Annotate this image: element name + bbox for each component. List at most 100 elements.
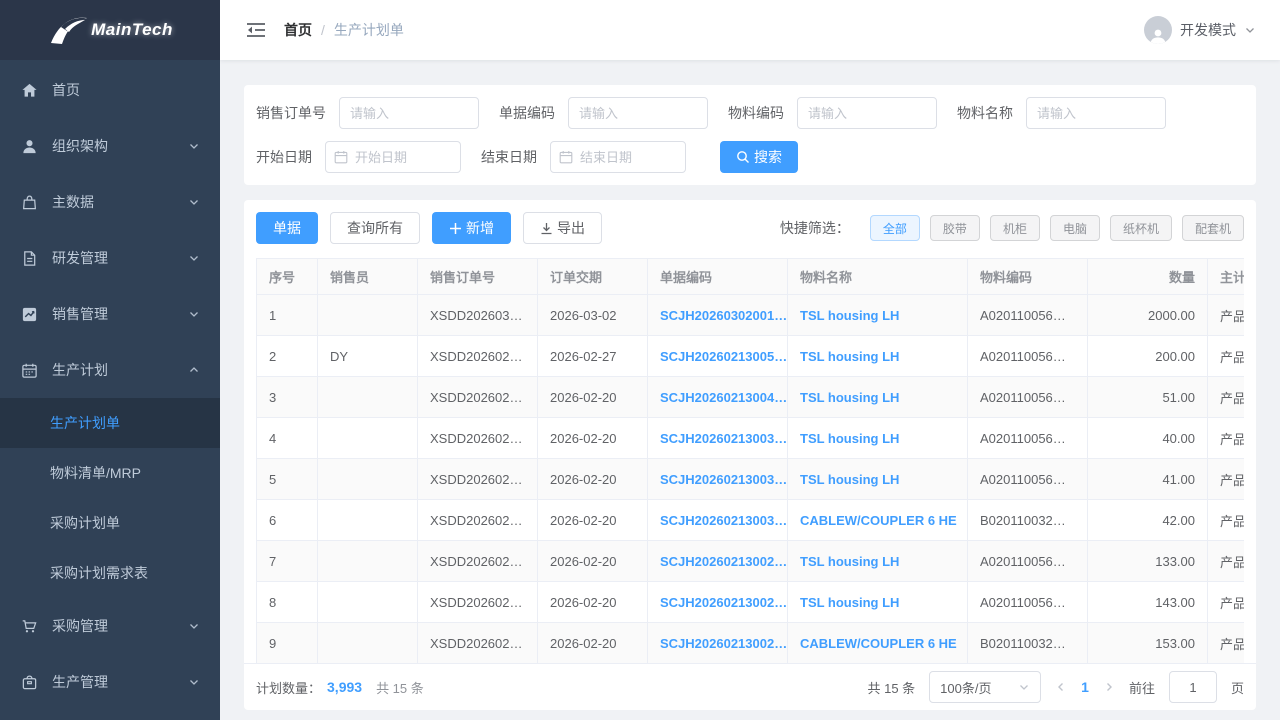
sales-order-input[interactable] xyxy=(339,97,479,129)
col-sales-order: 销售订单号 xyxy=(418,259,538,295)
breadcrumb-home[interactable]: 首页 xyxy=(284,20,312,40)
doc-code-link[interactable]: SCJH20260302001… xyxy=(648,295,788,336)
material-name-input[interactable] xyxy=(1026,97,1166,129)
sidebar-subitem-production-plan-doc[interactable]: 生产计划单 xyxy=(0,398,220,448)
doc-code-link[interactable]: SCJH20260213002… xyxy=(648,623,788,664)
end-date-label: 结束日期 xyxy=(481,147,537,167)
sidebar-item-home[interactable]: 首页 xyxy=(0,62,220,118)
sidebar-item-label: 首页 xyxy=(52,80,200,100)
doc-code-label: 单据编码 xyxy=(499,103,555,123)
table-row[interactable]: 8 XSDD202602… 2026-02-20 SCJH20260213002… xyxy=(257,582,1245,623)
cell-seq: 7 xyxy=(257,541,318,582)
query-all-label: 查询所有 xyxy=(347,218,403,238)
start-date-input[interactable] xyxy=(355,150,452,165)
query-all-button[interactable]: 查询所有 xyxy=(330,212,420,244)
add-button-label: 新增 xyxy=(466,218,494,238)
box-icon xyxy=(20,673,38,691)
table-row[interactable]: 3 XSDD202602… 2026-02-20 SCJH20260213004… xyxy=(257,377,1245,418)
next-page-button[interactable] xyxy=(1103,681,1115,693)
cell-seq: 4 xyxy=(257,418,318,459)
sidebar-item-sales[interactable]: 销售管理 xyxy=(0,286,220,342)
table-row[interactable]: 2 DY XSDD202602… 2026-02-27 SCJH20260213… xyxy=(257,336,1245,377)
doc-button[interactable]: 单据 xyxy=(256,212,318,244)
material-name-link[interactable]: TSL housing LH xyxy=(788,377,968,418)
cell-material-code: A020110056… xyxy=(968,377,1088,418)
table-row[interactable]: 7 XSDD202602… 2026-02-20 SCJH20260213002… xyxy=(257,541,1245,582)
cell-due-date: 2026-02-20 xyxy=(538,418,648,459)
sidebar-subitem-bom-mrp[interactable]: 物料清单/MRP xyxy=(0,448,220,498)
filter-panel: 销售订单号 单据编码 物料编码 物料名称 开始日期 xyxy=(244,85,1256,185)
cell-main-unit: 产品 xyxy=(1208,582,1245,623)
cell-main-unit: 产品 xyxy=(1208,459,1245,500)
user-menu[interactable]: 开发模式 xyxy=(1144,16,1256,44)
search-button[interactable]: 搜索 xyxy=(720,141,798,173)
table-row[interactable]: 4 XSDD202602… 2026-02-20 SCJH20260213003… xyxy=(257,418,1245,459)
cell-main-unit: 产品 xyxy=(1208,377,1245,418)
doc-code-link[interactable]: SCJH20260213003… xyxy=(648,500,788,541)
quick-filter-cabinet[interactable]: 机柜 xyxy=(990,215,1040,241)
material-name-link[interactable]: TSL housing LH xyxy=(788,295,968,336)
goto-page-input[interactable] xyxy=(1169,671,1217,703)
material-name-link[interactable]: TSL housing LH xyxy=(788,418,968,459)
quick-filter-tape[interactable]: 胶带 xyxy=(930,215,980,241)
table-row[interactable]: 5 XSDD202602… 2026-02-20 SCJH20260213003… xyxy=(257,459,1245,500)
doc-code-link[interactable]: SCJH20260213005… xyxy=(648,336,788,377)
cell-due-date: 2026-02-27 xyxy=(538,336,648,377)
material-name-link[interactable]: TSL housing LH xyxy=(788,459,968,500)
logo-swoosh-icon xyxy=(47,13,89,47)
sidebar-item-master-data[interactable]: 主数据 xyxy=(0,174,220,230)
end-date-picker[interactable] xyxy=(550,141,686,173)
table-row[interactable]: 1 XSDD202603… 2026-03-02 SCJH20260302001… xyxy=(257,295,1245,336)
doc-code-link[interactable]: SCJH20260213004… xyxy=(648,377,788,418)
cell-sales-order: XSDD202602… xyxy=(418,582,538,623)
sidebar-item-rnd[interactable]: 研发管理 xyxy=(0,230,220,286)
sidebar-item-org[interactable]: 组织架构 xyxy=(0,118,220,174)
sidebar-subitem-purchase-plan-demand[interactable]: 采购计划需求表 xyxy=(0,548,220,598)
end-date-input[interactable] xyxy=(580,150,677,165)
chevron-down-icon xyxy=(188,308,200,320)
add-button[interactable]: 新增 xyxy=(432,212,511,244)
sidebar-item-label: 研发管理 xyxy=(52,248,188,268)
doc-code-link[interactable]: SCJH20260213003… xyxy=(648,418,788,459)
download-icon xyxy=(540,222,553,235)
sidebar-item-purchase-mgmt[interactable]: 采购管理 xyxy=(0,598,220,654)
sidebar-item-production-plan[interactable]: 生产计划 xyxy=(0,342,220,398)
material-name-link[interactable]: TSL housing LH xyxy=(788,582,968,623)
plan-qty-label: 计划数量： xyxy=(256,678,321,697)
sidebar-subitem-purchase-plan-doc[interactable]: 采购计划单 xyxy=(0,498,220,548)
sidebar-item-label: 组织架构 xyxy=(52,136,188,156)
quick-filter-all[interactable]: 全部 xyxy=(870,215,920,241)
page-size-select[interactable]: 100条/页 xyxy=(929,671,1041,703)
current-page[interactable]: 1 xyxy=(1081,679,1089,695)
cell-due-date: 2026-02-20 xyxy=(538,459,648,500)
submenu-item-label: 采购计划需求表 xyxy=(50,563,148,583)
col-material-name: 物料名称 xyxy=(788,259,968,295)
main-area: 首页 / 生产计划单 开发模式 销售订单号 单据编码 xyxy=(220,0,1280,720)
table-row[interactable]: 6 XSDD202602… 2026-02-20 SCJH20260213003… xyxy=(257,500,1245,541)
quick-filter-computer[interactable]: 电脑 xyxy=(1050,215,1100,241)
cell-qty: 42.00 xyxy=(1088,500,1208,541)
export-button[interactable]: 导出 xyxy=(523,212,602,244)
menu-fold-icon[interactable] xyxy=(246,20,266,40)
material-name-link[interactable]: TSL housing LH xyxy=(788,541,968,582)
material-code-input[interactable] xyxy=(797,97,937,129)
doc-code-link[interactable]: SCJH20260213003… xyxy=(648,459,788,500)
material-code-label: 物料编码 xyxy=(728,103,784,123)
doc-code-link[interactable]: SCJH20260213002… xyxy=(648,541,788,582)
table-row[interactable]: 9 XSDD202602… 2026-02-20 SCJH20260213002… xyxy=(257,623,1245,664)
material-name-link[interactable]: CABLEW/COUPLER 6 HE xyxy=(788,623,968,664)
table-header-row: 序号 销售员 销售订单号 订单交期 单据编码 物料名称 物料编码 数量 主计 xyxy=(257,259,1245,295)
table-footer: 计划数量： 3,993 共 15 条 共 15 条 100条/页 1 xyxy=(244,663,1256,710)
doc-code-input[interactable] xyxy=(568,97,708,129)
quick-filter-accessory-machine[interactable]: 配套机 xyxy=(1182,215,1244,241)
material-name-link[interactable]: TSL housing LH xyxy=(788,336,968,377)
cell-seller xyxy=(318,623,418,664)
prev-page-button[interactable] xyxy=(1055,681,1067,693)
quick-filter-papercup-machine[interactable]: 纸杯机 xyxy=(1110,215,1172,241)
material-name-link[interactable]: CABLEW/COUPLER 6 HE xyxy=(788,500,968,541)
cell-sales-order: XSDD202602… xyxy=(418,623,538,664)
doc-code-link[interactable]: SCJH20260213002… xyxy=(648,582,788,623)
cell-sales-order: XSDD202602… xyxy=(418,377,538,418)
start-date-picker[interactable] xyxy=(325,141,461,173)
sidebar-item-production-mgmt[interactable]: 生产管理 xyxy=(0,654,220,710)
